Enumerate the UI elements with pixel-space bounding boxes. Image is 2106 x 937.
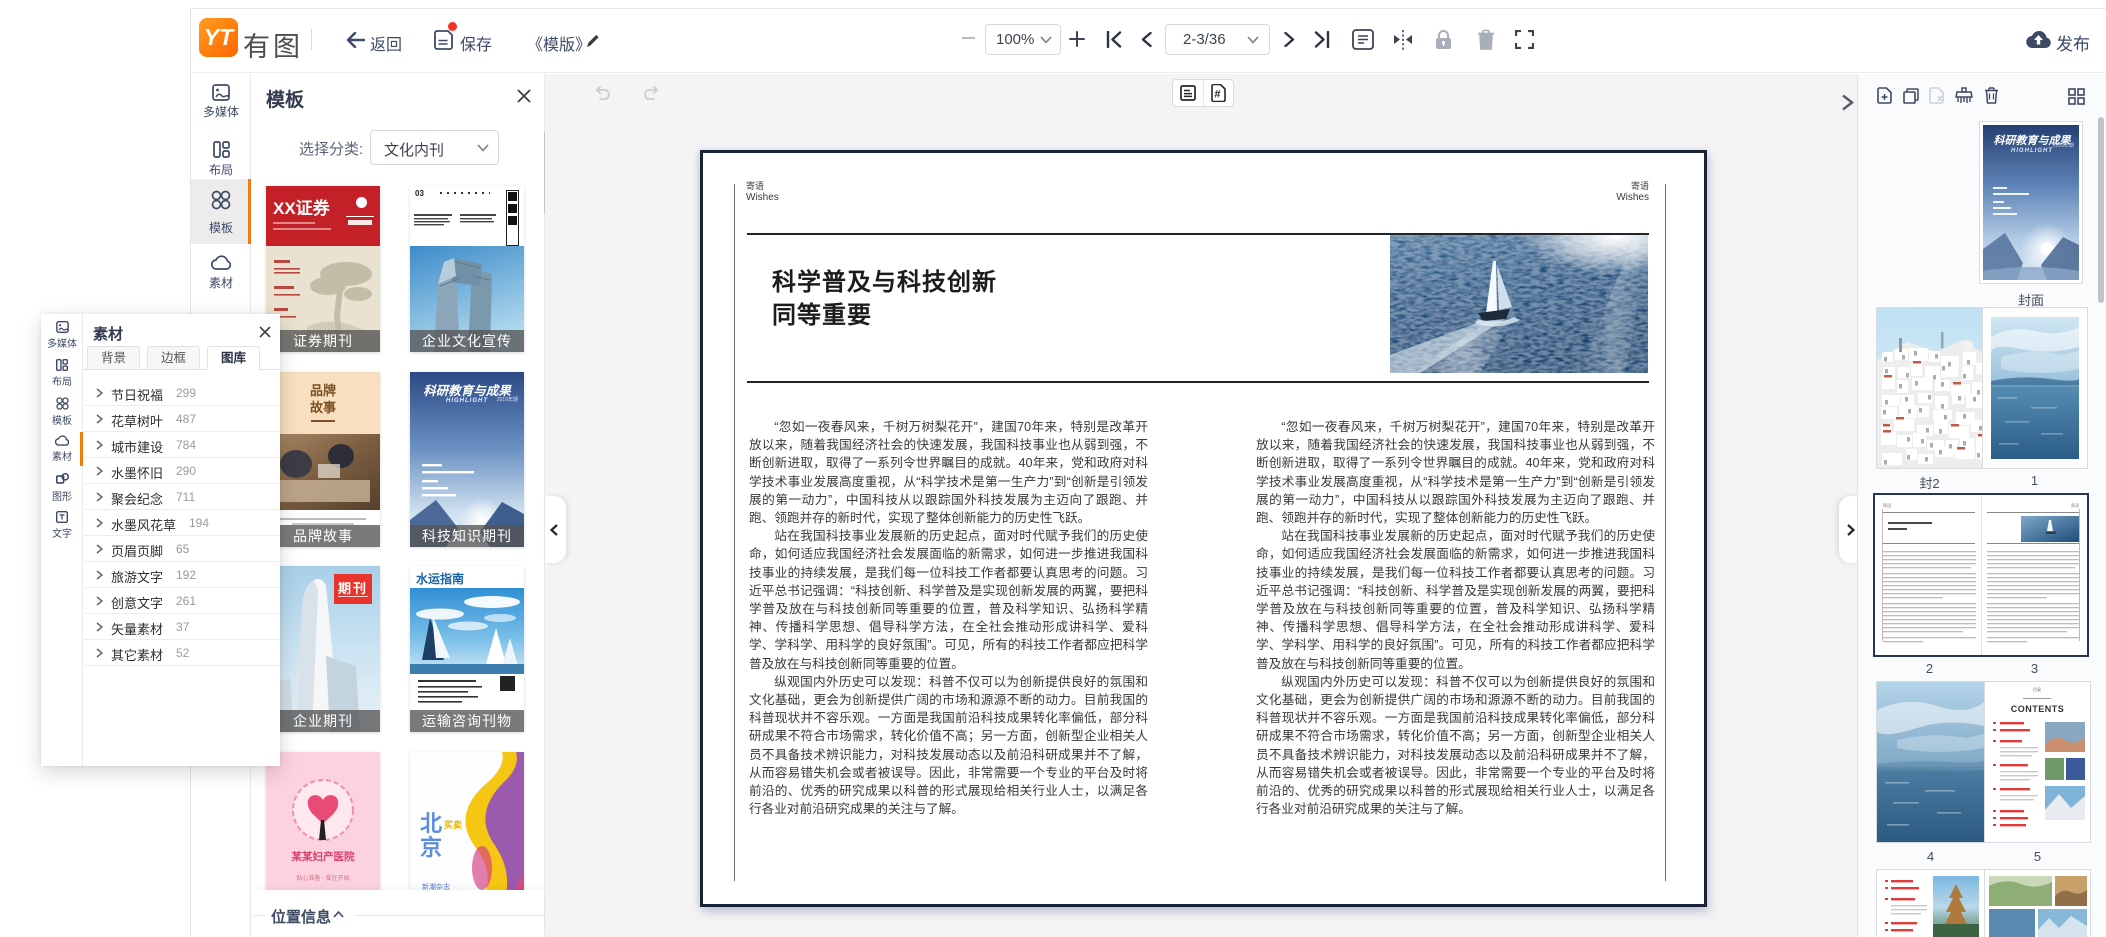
- svg-text:#: #: [1214, 89, 1220, 101]
